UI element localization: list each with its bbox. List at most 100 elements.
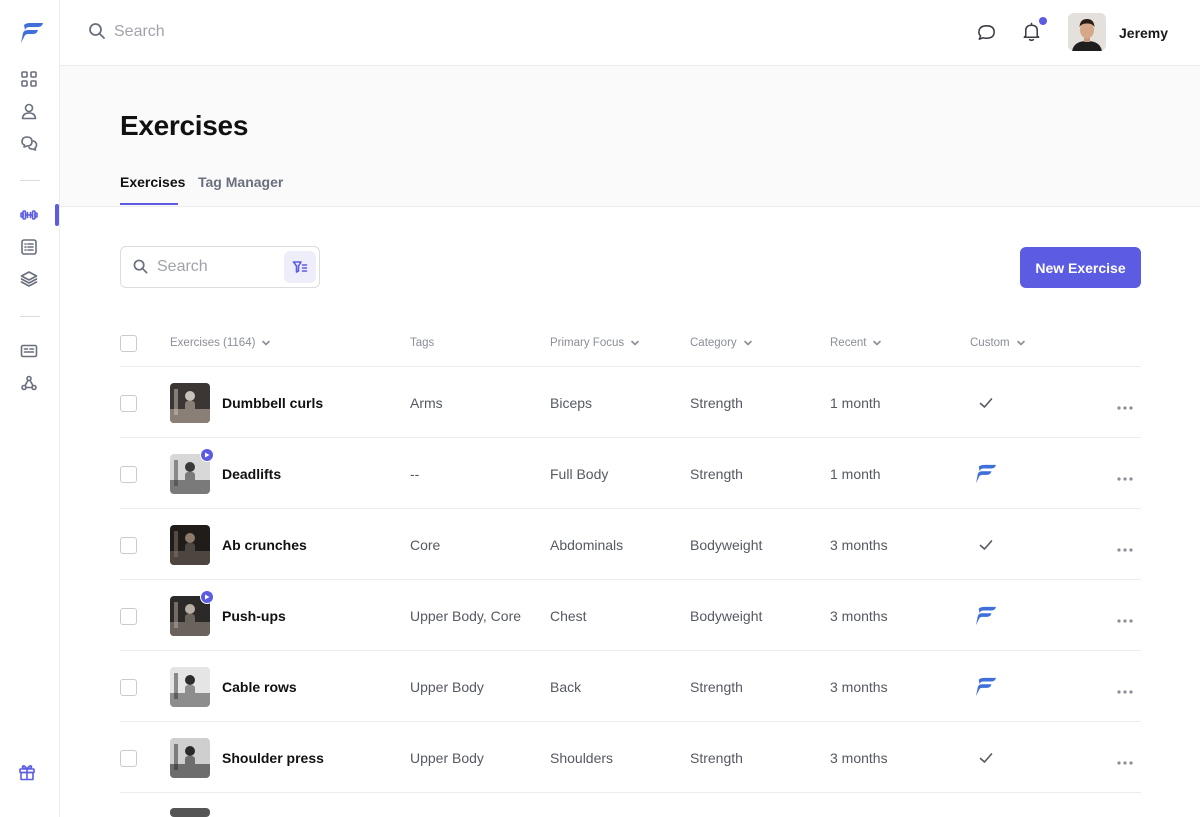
table-row[interactable]: Push-ups Upper Body, Core Chest Bodyweight 3… <box>0 580 1200 651</box>
active-nav-indicator <box>55 204 59 226</box>
exercise-name[interactable]: Dumbbell curls <box>222 395 323 411</box>
tab-tag-manager[interactable]: Tag Manager <box>198 174 283 206</box>
column-header-label: Custom <box>970 337 1010 349</box>
exercise-category: Bodyweight <box>690 536 763 553</box>
column-header-primary-focus[interactable]: Primary Focus <box>550 337 640 349</box>
exercise-primary-focus: Shoulders <box>550 749 614 766</box>
dashboard-grid-icon[interactable] <box>18 68 40 90</box>
active-tab-underline <box>120 203 178 205</box>
exercise-recent: 1 month <box>830 465 881 482</box>
list-icon[interactable] <box>18 236 40 258</box>
table-row[interactable]: Deadlifts -- Full Body Strength 1 month <box>0 438 1200 509</box>
chat-bubbles-icon[interactable] <box>18 132 40 154</box>
exercise-category: Strength <box>690 465 743 482</box>
exercise-primary-focus: Abdominals <box>550 536 624 553</box>
exercise-recent: 3 months <box>830 749 888 766</box>
messages-icon[interactable] <box>976 22 998 44</box>
exercise-name[interactable]: Push-ups <box>222 608 286 624</box>
exercise-name[interactable]: Cable rows <box>222 679 297 695</box>
dumbbell-icon[interactable] <box>18 204 40 226</box>
exercise-thumbnail[interactable] <box>170 737 210 778</box>
checkmark-icon <box>975 534 997 556</box>
chevron-down-icon <box>261 338 271 348</box>
column-header-label: Exercises (1164) <box>170 337 256 349</box>
layers-icon[interactable] <box>18 268 40 290</box>
brand-logo-icon <box>975 463 997 485</box>
exercise-name[interactable]: Shoulder press <box>222 750 324 766</box>
table-divider <box>120 792 1141 793</box>
table-row[interactable]: Cable rows Upper Body Back Strength 3 months <box>0 651 1200 722</box>
exercise-primary-focus: Biceps <box>550 394 593 411</box>
column-header-recent[interactable]: Recent <box>830 337 882 349</box>
table-row[interactable]: Ab crunches Core Abdominals Bodyweight 3 mon… <box>0 509 1200 580</box>
column-header-label: Primary Focus <box>550 337 625 349</box>
row-checkbox[interactable] <box>120 607 137 625</box>
brand-logo-icon <box>975 605 997 627</box>
more-options-icon[interactable] <box>1116 611 1136 623</box>
table-row[interactable]: Shoulder press Upper Body Shoulders Strengt… <box>0 722 1200 793</box>
column-header-category[interactable]: Category <box>690 337 753 349</box>
exercise-tags: Arms <box>410 394 443 411</box>
exercise-category: Strength <box>690 678 743 695</box>
more-options-icon[interactable] <box>1116 753 1136 765</box>
row-checkbox[interactable] <box>120 465 137 483</box>
exercise-recent: 3 months <box>830 678 888 695</box>
page-header: Exercises Exercises Tag Manager <box>60 66 1200 207</box>
exercise-search-input[interactable] <box>157 257 277 277</box>
exercise-thumbnail[interactable] <box>170 666 210 707</box>
exercise-recent: 3 months <box>830 607 888 624</box>
notifications-bell-icon[interactable] <box>1021 21 1043 43</box>
page-title: Exercises <box>120 110 249 141</box>
row-checkbox[interactable] <box>120 749 137 767</box>
checkmark-icon <box>975 747 997 769</box>
more-options-icon[interactable] <box>1116 540 1136 552</box>
row-checkbox[interactable] <box>120 536 137 554</box>
more-options-icon[interactable] <box>1116 682 1136 694</box>
tab-exercises[interactable]: Exercises <box>120 174 185 206</box>
exercise-thumbnail[interactable] <box>170 808 210 817</box>
exercise-thumbnail[interactable] <box>170 382 210 423</box>
chevron-down-icon <box>630 338 640 348</box>
new-exercise-button[interactable]: New Exercise <box>1020 247 1141 288</box>
exercise-tags: Upper Body <box>410 678 484 695</box>
global-search-input[interactable] <box>114 20 414 44</box>
video-badge-icon <box>200 589 214 604</box>
search-icon <box>133 259 149 275</box>
filter-button[interactable] <box>284 251 316 283</box>
column-header-custom[interactable]: Custom <box>970 337 1026 349</box>
exercise-tags: Core <box>410 536 441 553</box>
user-name[interactable]: Jeremy <box>1119 25 1168 41</box>
exercise-primary-focus: Full Body <box>550 465 609 482</box>
id-card-icon[interactable] <box>18 340 40 362</box>
table-row[interactable]: Dumbbell curls Arms Biceps Strength 1 month <box>0 367 1200 438</box>
row-checkbox[interactable] <box>120 394 137 412</box>
exercise-category: Strength <box>690 749 743 766</box>
sidebar-divider <box>20 180 40 181</box>
exercise-tags: Upper Body <box>410 749 484 766</box>
exercise-tags: -- <box>410 465 420 482</box>
exercise-name[interactable]: Deadlifts <box>222 466 281 482</box>
more-options-icon[interactable] <box>1116 469 1136 481</box>
column-header-tags: Tags <box>410 337 434 349</box>
column-header-exercises[interactable]: Exercises (1164) <box>170 337 271 349</box>
avatar[interactable] <box>1068 13 1106 51</box>
app-logo-icon[interactable] <box>20 22 44 44</box>
notification-dot <box>1039 17 1047 25</box>
video-badge-icon <box>200 447 214 462</box>
chevron-down-icon <box>743 338 753 348</box>
exercise-thumbnail[interactable] <box>170 524 210 565</box>
exercise-tags: Upper Body, Core <box>410 607 522 624</box>
exercise-recent: 1 month <box>830 394 881 411</box>
user-icon[interactable] <box>18 100 40 122</box>
column-header-label: Recent <box>830 337 867 349</box>
select-all-checkbox[interactable] <box>120 335 137 352</box>
exercise-name[interactable]: Ab crunches <box>222 537 307 553</box>
exercise-category: Strength <box>690 394 743 411</box>
sidebar-divider <box>20 316 40 317</box>
search-icon <box>88 22 108 42</box>
row-checkbox[interactable] <box>120 678 137 696</box>
filter-icon <box>292 261 308 273</box>
column-header-label: Category <box>690 337 737 349</box>
more-options-icon[interactable] <box>1116 398 1136 410</box>
top-bar: Jeremy <box>60 0 1200 66</box>
